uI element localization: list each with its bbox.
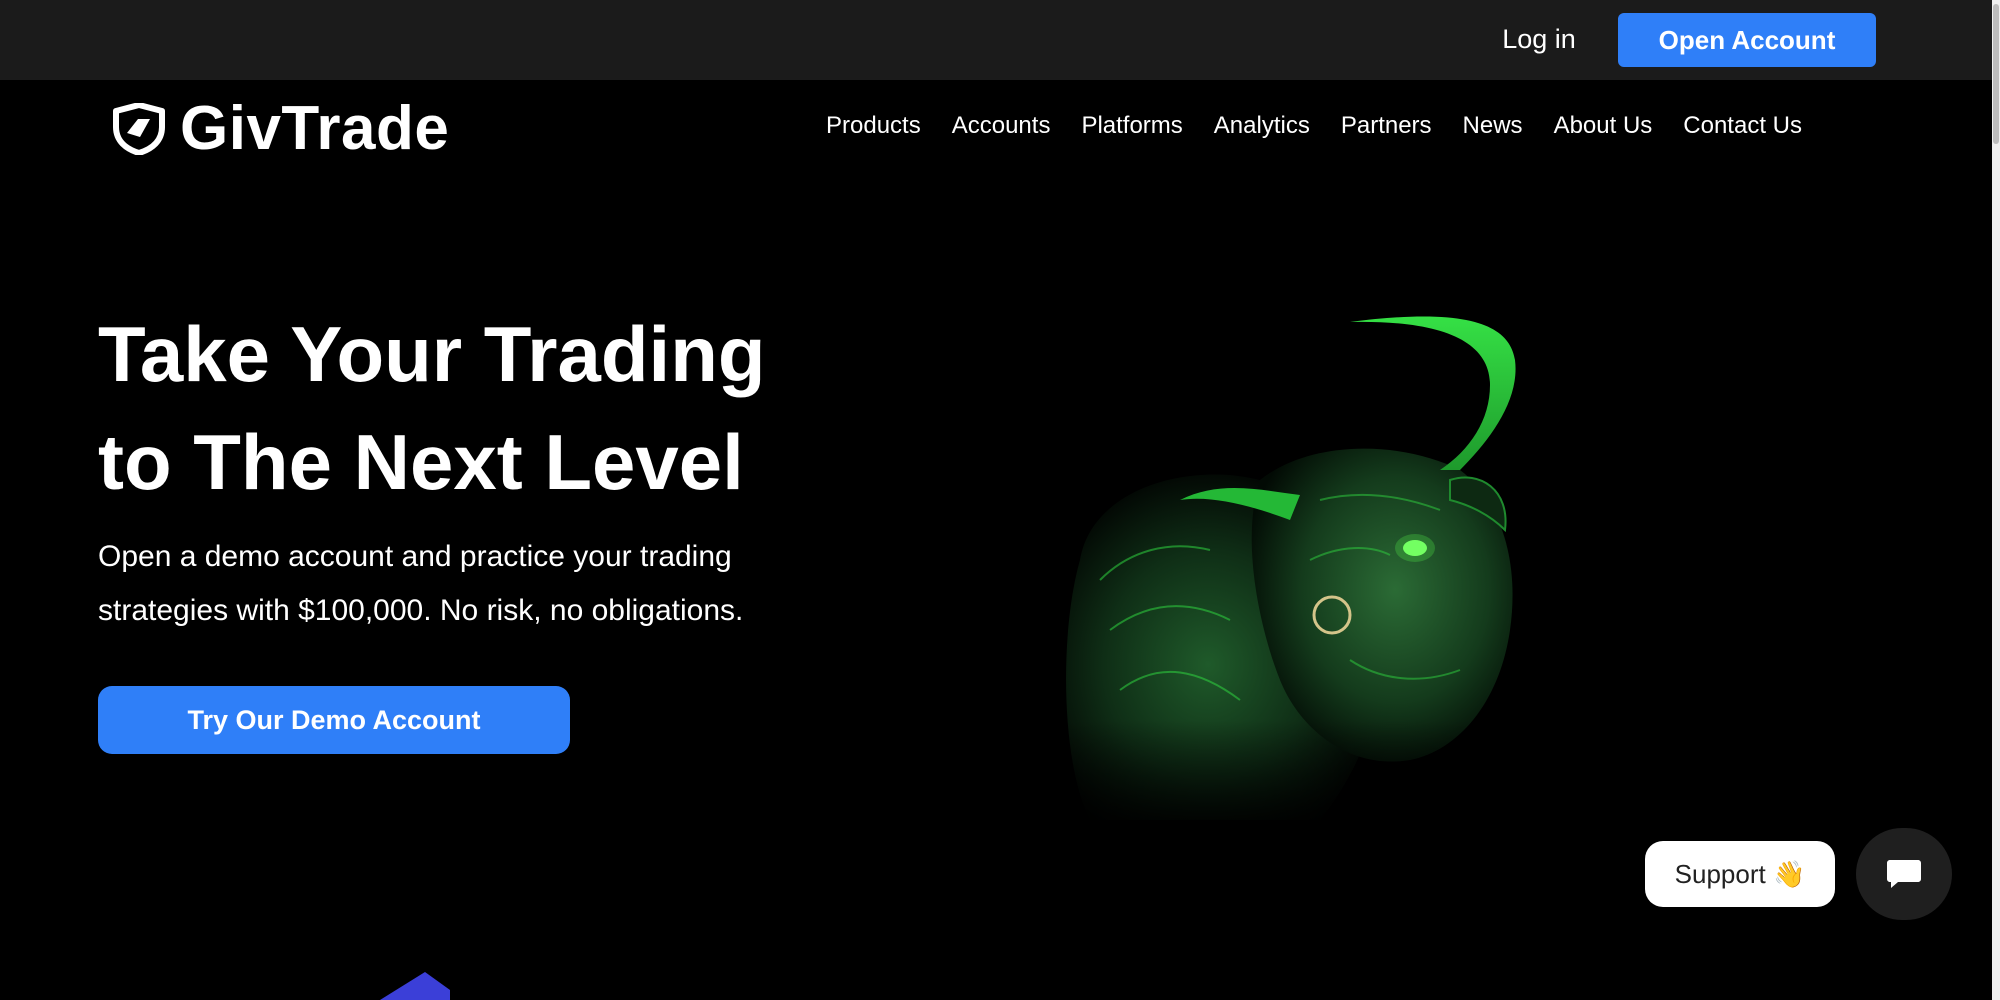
brand-logo[interactable]: GivTrade bbox=[112, 96, 449, 162]
shield-logo-icon bbox=[113, 103, 165, 155]
nav-item-platforms[interactable]: Platforms bbox=[1081, 112, 1182, 140]
hero-title: Take Your Trading to The Next Level bbox=[98, 300, 858, 516]
nav-item-products[interactable]: Products bbox=[826, 112, 921, 140]
hero-subtitle: Open a demo account and practice your tr… bbox=[98, 530, 858, 638]
nav-item-partners[interactable]: Partners bbox=[1341, 112, 1432, 140]
nav-item-news[interactable]: News bbox=[1463, 112, 1523, 140]
try-demo-account-button[interactable]: Try Our Demo Account bbox=[98, 686, 570, 754]
nav-item-about-us[interactable]: About Us bbox=[1554, 112, 1653, 140]
top-bar: Log in Open Account bbox=[0, 0, 1992, 80]
nav-item-accounts[interactable]: Accounts bbox=[952, 112, 1051, 140]
hero-title-line-2: to The Next Level bbox=[98, 418, 744, 506]
hero-subtitle-line-1: Open a demo account and practice your tr… bbox=[98, 540, 732, 573]
hero-subtitle-line-2: strategies with $100,000. No risk, no ob… bbox=[98, 594, 744, 627]
login-link[interactable]: Log in bbox=[1496, 18, 1582, 60]
scrollbar-track[interactable] bbox=[1992, 0, 2000, 1000]
open-account-button[interactable]: Open Account bbox=[1618, 13, 1876, 67]
main-nav: Products Accounts Platforms Analytics Pa… bbox=[826, 106, 1802, 146]
decorative-shape bbox=[380, 972, 450, 1000]
green-bull-illustration bbox=[1020, 316, 1640, 840]
hero-title-line-1: Take Your Trading bbox=[98, 310, 766, 398]
nav-item-contact-us[interactable]: Contact Us bbox=[1683, 112, 1802, 140]
chat-launcher-button[interactable] bbox=[1856, 828, 1952, 920]
nav-item-analytics[interactable]: Analytics bbox=[1214, 112, 1310, 140]
scrollbar-thumb[interactable] bbox=[1993, 4, 1999, 144]
chat-bubble-icon bbox=[1887, 860, 1921, 888]
page: Log in Open Account GivTrade Products Ac… bbox=[0, 0, 2000, 1000]
brand-name: GivTrade bbox=[180, 94, 450, 163]
support-button[interactable]: Support 👋 bbox=[1645, 841, 1835, 907]
